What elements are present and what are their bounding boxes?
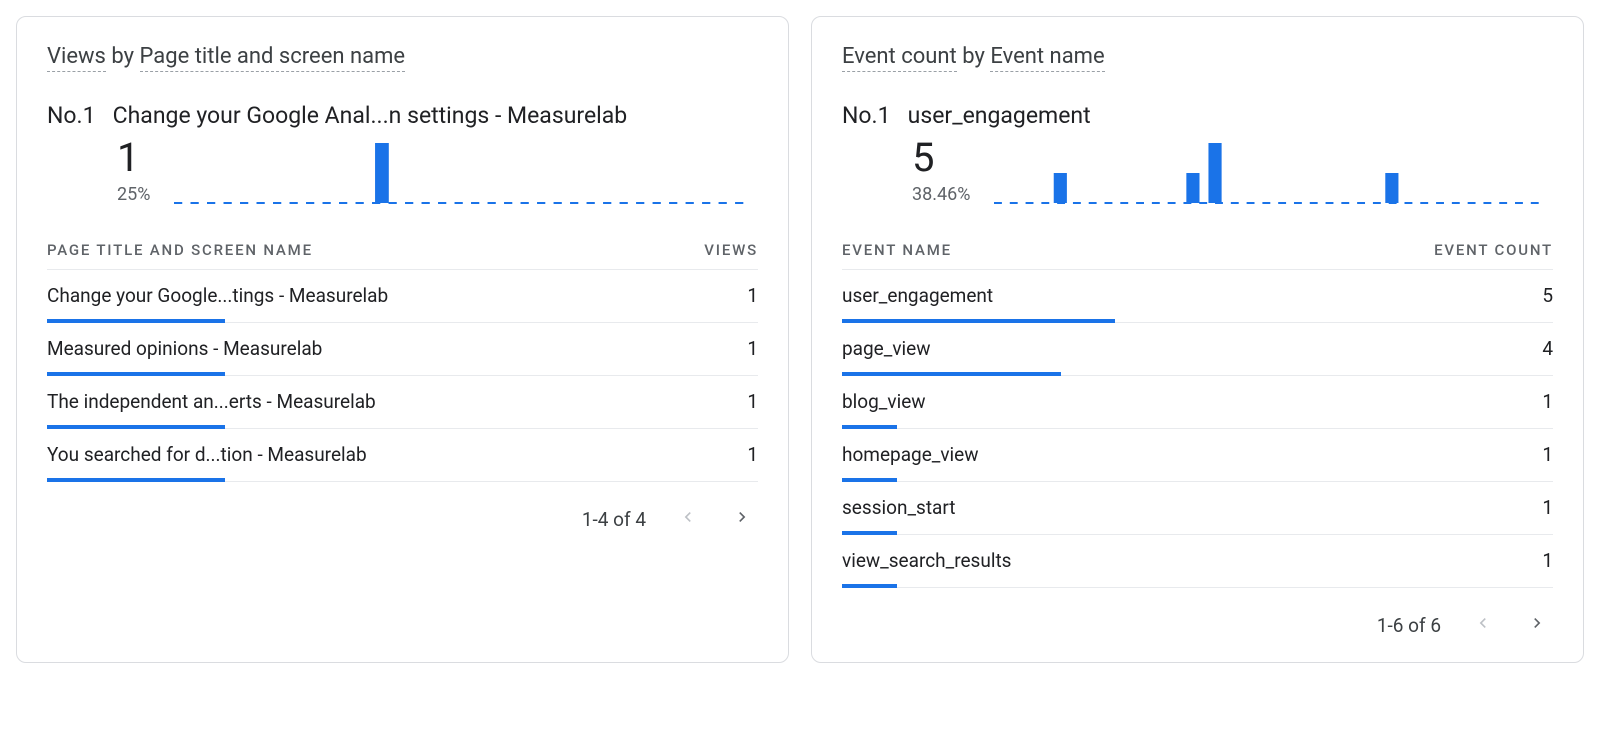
hero-rank: No.1 [842,102,891,129]
table-body: user_engagement5page_view4blog_view1home… [842,270,1553,588]
row-value: 5 [1542,284,1553,307]
table-header: EVENT NAME EVENT COUNT [842,219,1553,270]
row-name: homepage_view [842,443,995,466]
row-name: user_engagement [842,284,1009,307]
row-name: Change your Google...tings - Measurelab [47,284,404,307]
col-name: PAGE TITLE AND SCREEN NAME [47,241,313,259]
table-row[interactable]: The independent an...erts - Measurelab 1 [47,376,758,429]
card-title[interactable]: Event count by Event name [842,43,1553,72]
card-title[interactable]: Views by Page title and screen name [47,43,758,72]
pager-next-button[interactable] [1521,610,1553,642]
row-name: page_view [842,337,947,360]
pager: 1-4 of 4 [47,482,758,536]
sparkline-wrap [994,133,1553,205]
row-value: 1 [747,443,758,466]
col-value: VIEWS [704,241,758,259]
row-value: 1 [1542,496,1553,519]
row-name: view_search_results [842,549,1027,572]
hero-stats-row: 5 38.46% [842,133,1553,205]
table-row[interactable]: user_engagement 5 [842,270,1553,323]
title-by: by [111,44,134,69]
table-row[interactable]: session_start 1 [842,482,1553,535]
hero-stats: 1 25% [47,138,150,205]
table-row[interactable]: view_search_results 1 [842,535,1553,588]
sparkline-chart [174,133,752,205]
table-row[interactable]: homepage_view 1 [842,429,1553,482]
row-name: You searched for d...tion - Measurelab [47,443,383,466]
row-value: 1 [747,337,758,360]
row-name: blog_view [842,390,942,413]
row-value: 4 [1542,337,1553,360]
chevron-right-icon [1527,613,1547,638]
title-metric: Event count [842,44,957,72]
table-row[interactable]: blog_view 1 [842,376,1553,429]
row-value: 1 [1542,390,1553,413]
sparkline-wrap [174,133,758,205]
row-value: 1 [1542,443,1553,466]
row-name: Measured opinions - Measurelab [47,337,338,360]
card-row: Views by Page title and screen name No.1… [16,16,1584,663]
table-row[interactable]: page_view 4 [842,323,1553,376]
table-header: PAGE TITLE AND SCREEN NAME VIEWS [47,219,758,270]
table-row[interactable]: Change your Google...tings - Measurelab 1 [47,270,758,323]
hero-value: 5 [912,138,970,178]
hero-pct: 25% [117,184,150,205]
row-bar [842,584,897,588]
card-event-count: Event count by Event name No.1 user_enga… [811,16,1584,663]
row-name: session_start [842,496,972,519]
table-row[interactable]: Measured opinions - Measurelab 1 [47,323,758,376]
hero-stats: 5 38.46% [842,138,970,205]
hero-block: No.1 Change your Google Anal...n setting… [47,102,758,205]
table-row[interactable]: You searched for d...tion - Measurelab 1 [47,429,758,482]
hero-heading: No.1 user_engagement [842,102,1553,129]
hero-heading: No.1 Change your Google Anal...n setting… [47,102,758,129]
row-name: The independent an...erts - Measurelab [47,390,392,413]
hero-pct: 38.46% [912,184,970,205]
col-value: EVENT COUNT [1434,241,1553,259]
row-value: 1 [747,390,758,413]
title-dimension: Page title and screen name [140,44,406,72]
col-name: EVENT NAME [842,241,952,259]
hero-block: No.1 user_engagement 5 38.46% [842,102,1553,205]
title-dimension: Event name [990,44,1104,72]
hero-value: 1 [117,138,150,178]
hero-name: user_engagement [908,102,1091,129]
row-bar [47,478,225,482]
pager-label: 1-4 of 4 [582,508,646,531]
chevron-left-icon [1473,613,1493,638]
pager-label: 1-6 of 6 [1377,614,1441,637]
title-by: by [962,44,985,69]
table-body: Change your Google...tings - Measurelab 1… [47,270,758,482]
sparkline-chart [994,133,1547,205]
title-metric: Views [47,44,106,72]
row-value: 1 [747,284,758,307]
pager-prev-button[interactable] [672,504,704,536]
pager-next-button[interactable] [726,504,758,536]
hero-stats-row: 1 25% [47,133,758,205]
pager-prev-button[interactable] [1467,610,1499,642]
row-value: 1 [1542,549,1553,572]
chevron-right-icon [732,507,752,532]
pager: 1-6 of 6 [842,588,1553,642]
hero-name: Change your Google Anal...n settings - M… [113,102,628,129]
chevron-left-icon [678,507,698,532]
hero-rank: No.1 [47,102,96,129]
card-views-by-page: Views by Page title and screen name No.1… [16,16,789,663]
